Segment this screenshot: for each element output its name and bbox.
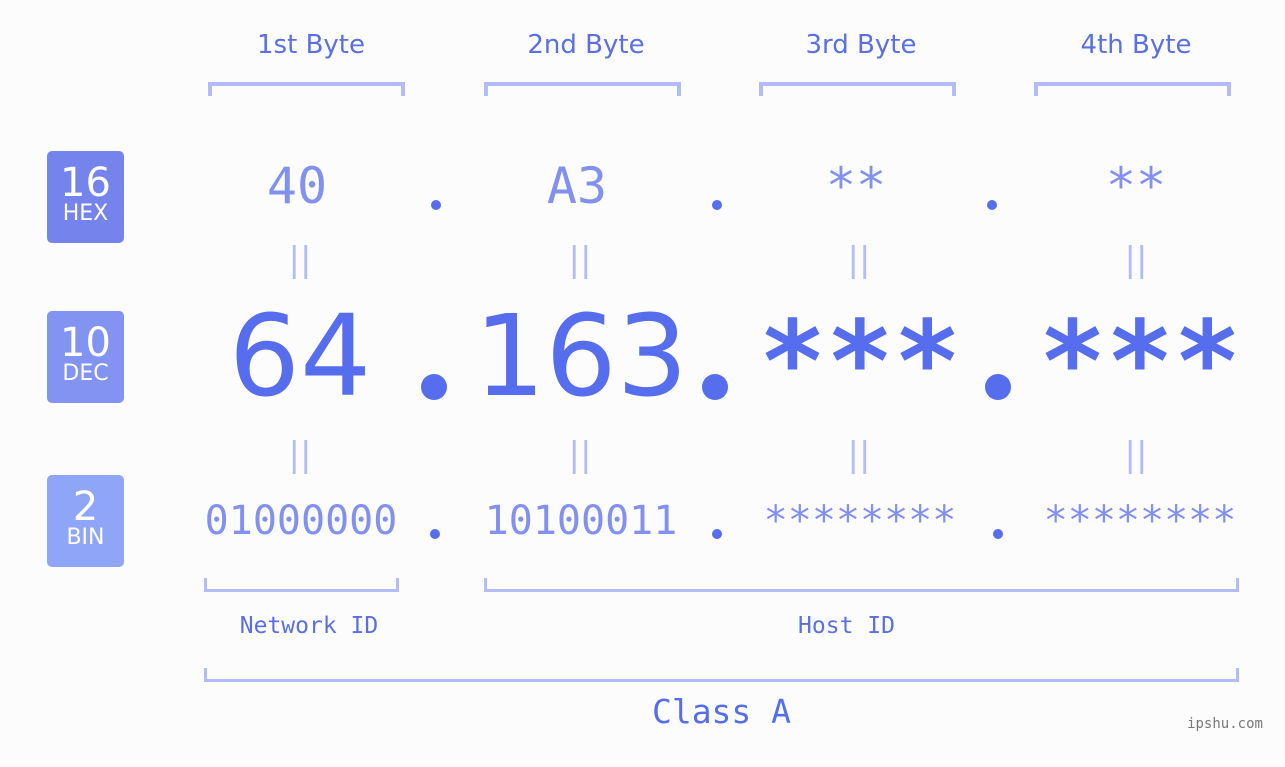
class-label: Class A xyxy=(651,692,792,731)
hex-value-4: ** xyxy=(1105,157,1167,215)
hex-base-label: HEX xyxy=(62,201,109,226)
equals-sign-hex-dec-3: || xyxy=(847,240,871,280)
bin-base-label: BIN xyxy=(66,525,105,550)
bin-value-4: ******** xyxy=(1043,498,1237,544)
bin-badge: 2 BIN xyxy=(47,475,124,567)
byte-bracket-2 xyxy=(484,82,681,96)
byte-bracket-1 xyxy=(208,82,405,96)
hex-value-3: ** xyxy=(825,157,887,215)
bin-value-1: 01000000 xyxy=(204,498,398,544)
equals-sign-dec-bin-4: || xyxy=(1124,435,1148,475)
dec-separator-dot-3 xyxy=(985,374,1011,400)
hex-separator-dot-3 xyxy=(987,200,997,210)
network-id-bracket xyxy=(204,578,399,592)
bin-separator-dot-3 xyxy=(993,529,1003,539)
byte-header-3: 3rd Byte xyxy=(805,30,917,60)
hex-value-2: A3 xyxy=(546,157,608,215)
dec-value-3: *** xyxy=(758,298,962,428)
dec-base-number: 10 xyxy=(60,320,111,366)
equals-sign-hex-dec-1: || xyxy=(288,240,312,280)
bin-separator-dot-2 xyxy=(712,529,722,539)
equals-sign-hex-dec-2: || xyxy=(568,240,592,280)
dec-separator-dot-1 xyxy=(421,374,447,400)
dec-value-2: 163 xyxy=(474,292,688,422)
host-id-label: Host ID xyxy=(798,613,895,639)
equals-sign-dec-bin-1: || xyxy=(288,435,312,475)
dec-value-4: *** xyxy=(1038,298,1242,428)
hex-separator-dot-1 xyxy=(431,200,441,210)
hex-badge: 16 HEX xyxy=(47,151,124,243)
hex-base-number: 16 xyxy=(60,160,111,206)
class-bracket xyxy=(204,668,1239,682)
network-id-label: Network ID xyxy=(239,613,379,639)
byte-bracket-4 xyxy=(1034,82,1231,96)
byte-header-1: 1st Byte xyxy=(257,30,365,60)
hex-value-1: 40 xyxy=(266,157,328,215)
hex-separator-dot-2 xyxy=(712,200,722,210)
dec-separator-dot-2 xyxy=(702,374,728,400)
dec-base-label: DEC xyxy=(62,361,109,386)
byte-header-4: 4th Byte xyxy=(1080,30,1192,60)
bin-base-number: 2 xyxy=(72,484,99,530)
equals-sign-dec-bin-2: || xyxy=(568,435,592,475)
bin-value-3: ******** xyxy=(763,498,957,544)
watermark: ipshu.com xyxy=(1187,716,1263,732)
dec-badge: 10 DEC xyxy=(47,311,124,403)
host-id-bracket xyxy=(484,578,1239,592)
equals-sign-dec-bin-3: || xyxy=(847,435,871,475)
bin-separator-dot-1 xyxy=(430,529,440,539)
bin-value-2: 10100011 xyxy=(484,498,678,544)
equals-sign-hex-dec-4: || xyxy=(1124,240,1148,280)
byte-bracket-3 xyxy=(759,82,956,96)
byte-header-2: 2nd Byte xyxy=(527,30,645,60)
dec-value-1: 64 xyxy=(228,292,372,422)
